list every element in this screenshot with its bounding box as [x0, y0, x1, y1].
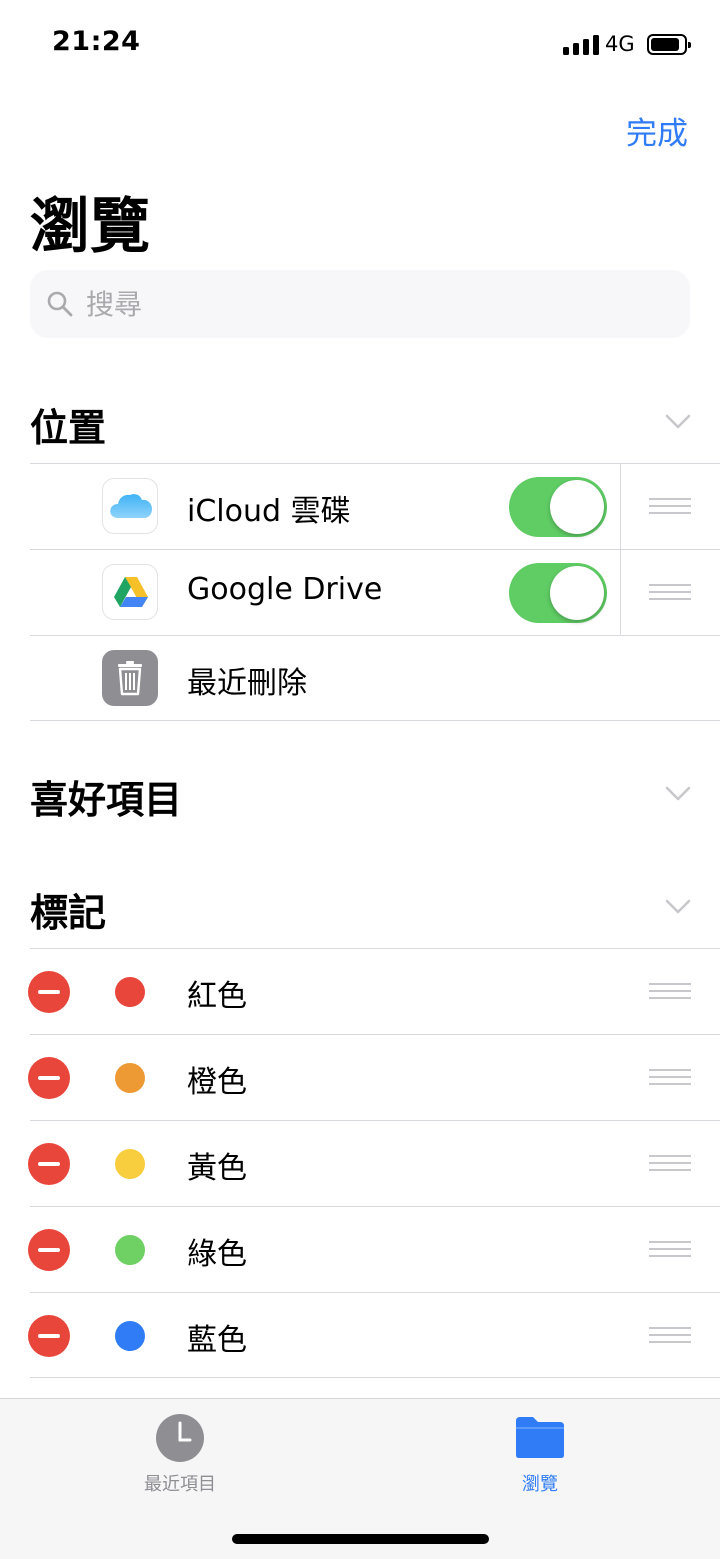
drag-handle[interactable] — [649, 584, 691, 601]
icloud-icon — [102, 478, 158, 534]
section-header-locations[interactable]: 位置 — [30, 385, 720, 455]
location-row-recently-deleted[interactable]: 最近刪除 — [30, 635, 720, 721]
tag-label: 綠色 — [187, 1237, 247, 1272]
location-row-icloud[interactable]: iCloud 雲碟 — [30, 463, 720, 549]
tag-row-yellow[interactable]: 黃色 — [28, 1120, 720, 1206]
search-input[interactable] — [86, 270, 666, 338]
drag-handle[interactable] — [649, 1069, 691, 1086]
search-icon — [47, 291, 73, 317]
tab-recents[interactable]: 最近項目 — [80, 1399, 280, 1509]
tag-color-dot — [115, 1149, 145, 1179]
delete-button[interactable] — [28, 1229, 70, 1271]
tab-browse[interactable]: 瀏覽 — [440, 1399, 640, 1509]
status-bar: 21:24 4G — [0, 0, 720, 90]
chevron-down-icon[interactable] — [664, 892, 692, 920]
battery-icon — [647, 34, 691, 55]
google-drive-toggle[interactable] — [509, 563, 607, 623]
divider — [620, 550, 621, 635]
clock-icon — [156, 1414, 204, 1462]
tag-label: 橙色 — [187, 1065, 247, 1100]
section-title-tags: 標記 — [30, 891, 107, 935]
tag-row-orange[interactable]: 橙色 — [28, 1034, 720, 1120]
drag-handle[interactable] — [649, 1155, 691, 1172]
section-title-favorites: 喜好項目 — [30, 778, 183, 822]
done-button[interactable]: 完成 — [626, 108, 688, 153]
section-title-locations: 位置 — [30, 406, 107, 450]
tab-bar: 最近項目 瀏覽 — [0, 1398, 720, 1559]
status-time: 21:24 — [52, 26, 141, 57]
tag-label: 黃色 — [187, 1151, 247, 1186]
location-label: 最近刪除 — [187, 666, 307, 701]
location-row-google-drive[interactable]: Google Drive — [30, 549, 720, 635]
toggle-knob — [550, 566, 604, 620]
delete-button[interactable] — [28, 1057, 70, 1099]
chevron-down-icon[interactable] — [664, 407, 692, 435]
cellular-signal-icon — [563, 35, 599, 55]
page-title: 瀏覽 — [30, 192, 150, 262]
tag-row-red[interactable]: 紅色 — [28, 948, 720, 1034]
drag-handle[interactable] — [649, 1327, 691, 1344]
tag-color-dot — [115, 1235, 145, 1265]
icloud-toggle[interactable] — [509, 477, 607, 537]
search-bar[interactable] — [30, 270, 690, 338]
tab-label: 最近項目 — [144, 1474, 216, 1495]
tag-color-dot — [115, 977, 145, 1007]
delete-button[interactable] — [28, 1315, 70, 1357]
drag-handle[interactable] — [649, 983, 691, 1000]
drag-handle[interactable] — [649, 1241, 691, 1258]
google-drive-icon — [102, 564, 158, 620]
chevron-down-icon[interactable] — [664, 779, 692, 807]
tag-label: 藍色 — [187, 1323, 247, 1358]
tag-color-dot — [115, 1063, 145, 1093]
location-label: Google Drive — [187, 572, 383, 607]
tag-row-green[interactable]: 綠色 — [28, 1206, 720, 1292]
home-indicator[interactable] — [232, 1534, 489, 1544]
tag-color-dot — [115, 1321, 145, 1351]
delete-button[interactable] — [28, 971, 70, 1013]
section-header-tags[interactable]: 標記 — [30, 870, 720, 940]
network-type: 4G — [605, 32, 635, 56]
toggle-knob — [550, 480, 604, 534]
tab-label: 瀏覽 — [522, 1474, 558, 1495]
tag-label: 紅色 — [187, 979, 247, 1014]
section-header-favorites[interactable]: 喜好項目 — [30, 757, 720, 827]
tag-row-blue[interactable]: 藍色 — [28, 1292, 720, 1378]
divider — [620, 464, 621, 549]
delete-button[interactable] — [28, 1143, 70, 1185]
folder-icon — [516, 1417, 564, 1458]
location-label: iCloud 雲碟 — [187, 494, 351, 529]
drag-handle[interactable] — [649, 498, 691, 515]
trash-icon — [102, 650, 158, 706]
